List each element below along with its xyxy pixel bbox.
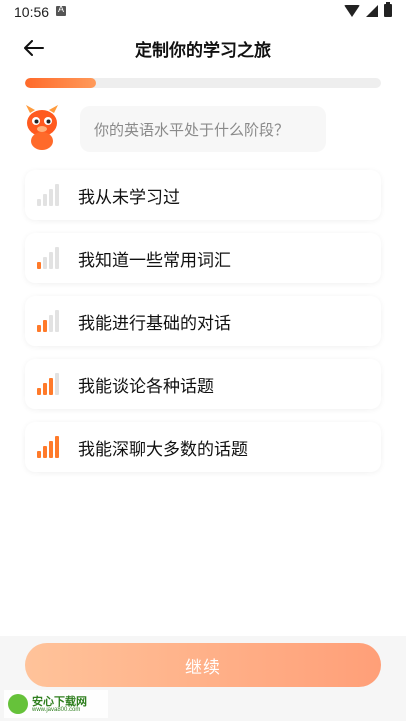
continue-button[interactable]: 继续 bbox=[25, 643, 381, 687]
signal-bar bbox=[49, 378, 53, 395]
signal-bar bbox=[43, 257, 47, 269]
signal-bar bbox=[49, 252, 53, 269]
level-option[interactable]: 我知道一些常用词汇 bbox=[25, 233, 381, 283]
signal-level-icon bbox=[37, 306, 61, 332]
signal-level-icon bbox=[37, 432, 61, 458]
signal-level-icon bbox=[37, 243, 61, 269]
page-title: 定制你的学习之旅 bbox=[135, 41, 271, 61]
signal-bar bbox=[55, 184, 59, 206]
watermark-sub: www.java800.com bbox=[32, 706, 81, 713]
signal-icon bbox=[366, 4, 378, 17]
level-option[interactable]: 我能谈论各种话题 bbox=[25, 359, 381, 409]
level-options-list: 我从未学习过我知道一些常用词汇 我能进行基础的对话 我能谈论各种话题我能深聊大多数的… bbox=[25, 170, 381, 485]
watermark-main: 安心下载网 bbox=[32, 694, 87, 708]
level-option-label: 我能进行基础的对话 bbox=[78, 314, 231, 334]
watermark: 安心下载网 www.java800.com bbox=[4, 690, 108, 718]
level-option[interactable]: 我能进行基础的对话 bbox=[25, 296, 381, 346]
watermark-logo-icon bbox=[8, 694, 28, 714]
signal-bar bbox=[55, 436, 59, 458]
question-text: 你的英语水平处于什么阶段？ bbox=[94, 120, 290, 139]
signal-bar bbox=[37, 325, 41, 332]
signal-bar bbox=[37, 388, 41, 395]
signal-bar bbox=[37, 262, 41, 269]
level-option-label: 我从未学习过 bbox=[78, 188, 180, 208]
signal-bar bbox=[43, 383, 47, 395]
signal-bar bbox=[55, 247, 59, 269]
notification-a-icon bbox=[56, 4, 66, 16]
header: 定制你的学习之旅 bbox=[0, 28, 406, 68]
status-bar: 10:56 bbox=[0, 0, 406, 24]
level-option-label: 我知道一些常用词汇 bbox=[78, 251, 231, 271]
status-icons bbox=[344, 2, 392, 17]
signal-bar bbox=[55, 310, 59, 332]
question-bubble: 你的英语水平处于什么阶段？ bbox=[80, 106, 326, 152]
continue-label: 继续 bbox=[185, 657, 221, 678]
battery-icon bbox=[384, 2, 392, 17]
signal-bar bbox=[55, 373, 59, 395]
signal-bar bbox=[43, 194, 47, 206]
signal-bar bbox=[49, 441, 53, 458]
level-option-label: 我能谈论各种话题 bbox=[78, 377, 214, 397]
progress-fill bbox=[25, 78, 97, 88]
status-time: 10:56 bbox=[14, 4, 50, 20]
progress-bar bbox=[25, 78, 381, 88]
signal-level-icon bbox=[37, 180, 61, 206]
level-option[interactable]: 我能深聊大多数的话题 bbox=[25, 422, 381, 472]
signal-bar bbox=[49, 315, 53, 332]
signal-bar bbox=[37, 199, 41, 206]
level-option-label: 我能深聊大多数的话题 bbox=[78, 440, 248, 460]
level-option[interactable]: 我从未学习过 bbox=[25, 170, 381, 220]
signal-bar bbox=[49, 189, 53, 206]
signal-bar bbox=[43, 320, 47, 332]
wifi-icon bbox=[344, 4, 360, 17]
mascot-dragon-icon bbox=[22, 103, 62, 151]
signal-level-icon bbox=[37, 369, 61, 395]
signal-bar bbox=[43, 446, 47, 458]
signal-bar bbox=[37, 451, 41, 458]
